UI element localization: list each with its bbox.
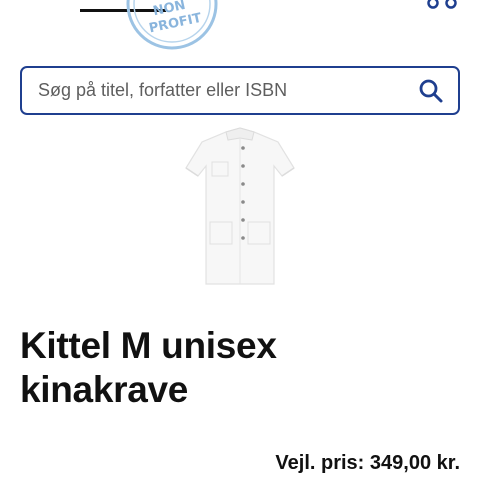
search-bar: [20, 66, 460, 115]
price-label: Vejl. pris:: [275, 452, 365, 474]
price-value: 349,00 kr.: [369, 452, 460, 474]
site-header: NON PROFIT: [0, 0, 480, 60]
search-button[interactable]: [414, 74, 448, 108]
product-title-line2: kinakrave: [20, 369, 189, 410]
search-icon: [419, 79, 443, 103]
product-image: [185, 127, 295, 285]
product-title: Kittel M unisex kinakrave: [20, 324, 460, 412]
product-title-line1: Kittel M unisex: [20, 325, 277, 366]
search-input[interactable]: [38, 68, 408, 113]
menu-dots-icon[interactable]: [424, 0, 460, 12]
non-profit-badge: NON PROFIT: [126, 0, 218, 50]
price-row: Vejl. pris: 349,00 kr.: [275, 452, 460, 475]
